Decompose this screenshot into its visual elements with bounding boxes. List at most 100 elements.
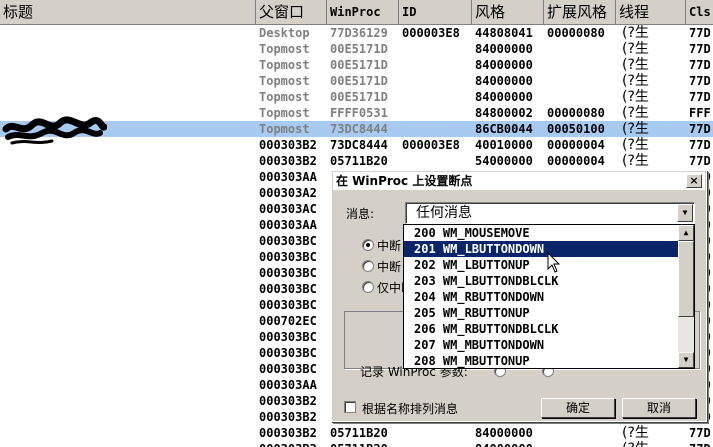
cell-id — [399, 105, 472, 121]
cell-id: 000003E8 — [402, 26, 460, 40]
cell-id — [399, 73, 472, 89]
dropdown-item[interactable]: 206 WM_RBUTTONDBLCLK — [404, 321, 678, 337]
cell-style: 84000000 — [475, 58, 533, 72]
cancel-button[interactable]: 取消 — [622, 398, 696, 418]
cell-cls: 77D — [689, 90, 711, 104]
ok-button[interactable]: 确定 — [541, 398, 615, 418]
col-cls[interactable]: Cls — [686, 0, 713, 24]
scroll-down-icon[interactable]: ▼ — [678, 352, 694, 368]
cell-style: 86CB0044 — [475, 122, 533, 136]
cell-parent: 000303BC — [259, 362, 317, 376]
cell-style: 84000000 — [475, 74, 533, 88]
dropdown-item[interactable]: 201 WM_LBUTTONDOWN — [404, 241, 678, 257]
cell-style: 44808041 — [475, 26, 533, 40]
cell-parent: Desktop — [259, 26, 310, 40]
col-thread[interactable]: 线程 — [616, 0, 686, 24]
table-row[interactable]: Topmost 00E5171D 84000000 (?生 77D — [0, 57, 713, 73]
table-row[interactable]: Topmost 00E5171D 84000000 (?生 77D — [0, 73, 713, 89]
cell-winproc: 05711B20 — [327, 441, 399, 447]
col-style[interactable]: 风格 — [472, 0, 544, 24]
cell-winproc: 77D36129 — [330, 26, 388, 40]
cell-thread: (?生 — [622, 425, 649, 441]
cell-exstyle — [544, 425, 616, 441]
radio-break-only[interactable] — [362, 281, 374, 293]
message-label: 消息: — [346, 207, 375, 221]
col-title[interactable]: 标题 — [0, 0, 256, 24]
cell-winproc: 05711B20 — [330, 154, 388, 168]
cell-thread: (?生 — [622, 105, 649, 121]
sort-by-name-checkbox[interactable] — [344, 401, 356, 413]
cell-cls: 77D — [689, 426, 711, 440]
cell-cls: FFF — [689, 106, 711, 120]
dropdown-item[interactable]: 200 WM_MOUSEMOVE — [404, 225, 678, 241]
cell-parent: Topmost — [259, 58, 310, 72]
cell-thread: (?生 — [622, 57, 649, 73]
cell-parent: 000303AA — [259, 218, 317, 232]
cell-parent: 000303B2 — [259, 410, 317, 424]
cell-parent: 000303B2 — [259, 138, 317, 152]
radio-break-always-label: 中断 — [377, 239, 402, 253]
cell-exstyle: 00000004 — [547, 138, 605, 152]
radio-break-only-label: 仅中断 — [377, 281, 403, 295]
cell-winproc: 00E5171D — [330, 42, 388, 56]
cell-exstyle: 00050100 — [547, 122, 605, 136]
cell-winproc: 00E5171D — [330, 90, 388, 104]
radio-break-cond[interactable] — [362, 260, 374, 272]
cell-thread: (?生 — [622, 25, 649, 41]
cell-parent: 000303AC — [259, 202, 317, 216]
cell-parent: 000702EC — [259, 314, 317, 328]
mouse-cursor-icon — [547, 252, 561, 273]
dropdown-item[interactable]: 204 WM_RBUTTONDOWN — [404, 289, 678, 305]
cell-style: 84000000 — [472, 441, 544, 447]
dropdown-arrow-icon[interactable]: ▼ — [677, 204, 693, 222]
cell-parent: Topmost — [259, 90, 310, 104]
cell-winproc: 05711B20 — [330, 426, 388, 440]
cell-parent: 000303A2 — [259, 186, 317, 200]
radio-break-always[interactable] — [362, 239, 374, 251]
dropdown-item[interactable]: 202 WM_LBUTTONUP — [404, 257, 678, 273]
cell-id — [399, 57, 472, 73]
cell-parent: 000303B2 — [259, 426, 317, 440]
cell-thread: (?生 — [622, 89, 649, 105]
dropdown-item[interactable]: 203 WM_LBUTTONDBLCLK — [404, 273, 678, 289]
close-icon[interactable]: × — [686, 174, 702, 188]
cell-exstyle: 00000080 — [547, 106, 605, 120]
table-row[interactable]: Topmost 00E5171D 84000000 (?生 77D — [0, 41, 713, 57]
cell-winproc: 73DC8444 — [330, 122, 388, 136]
cell-cls: 77D — [686, 441, 713, 447]
table-row[interactable]: 000303B205711B20 84000000 (?生77D — [0, 441, 713, 447]
cell-style: 84000000 — [475, 90, 533, 104]
cell-cls: 77D — [689, 74, 711, 88]
col-winproc[interactable]: WinProc — [327, 0, 399, 24]
cell-id — [399, 153, 472, 169]
dropdown-item[interactable]: 208 WM_MBUTTONUP — [404, 353, 678, 369]
cell-thread: (?生 — [616, 441, 686, 447]
scroll-up-icon[interactable]: ▲ — [678, 225, 694, 241]
cell-cls: 77D — [689, 42, 711, 56]
cell-cls: 77D — [689, 58, 711, 72]
cell-style: 84000000 — [475, 426, 533, 440]
cell-winproc: 00E5171D — [330, 58, 388, 72]
message-combo[interactable]: 任何消息 ▼ — [405, 202, 695, 224]
message-dropdown-list[interactable]: 200 WM_MOUSEMOVE 201 WM_LBUTTONDOWN 202 WM… — [403, 224, 695, 369]
redacted-scribble — [2, 116, 107, 145]
cell-parent: 000303AA — [259, 378, 317, 392]
cell-cls: 77D — [689, 138, 711, 152]
table-row[interactable]: 000303B2 05711B20 54000000 00000004 (?生 77D — [0, 153, 713, 169]
table-row[interactable]: 000303B2 05711B20 84000000 (?生 77D — [0, 425, 713, 441]
cell-winproc: FFFF0531 — [330, 106, 388, 120]
dropdown-item[interactable]: 207 WM_MBUTTONDOWN — [404, 337, 678, 353]
cell-parent: 000303B2 — [256, 441, 327, 447]
cell-cls: 77D — [689, 122, 711, 136]
cell-parent: Topmost — [259, 74, 310, 88]
col-exstyle[interactable]: 扩展风格 — [544, 0, 616, 24]
table-row[interactable]: Topmost 00E5171D 84000000 (?生 77D — [0, 89, 713, 105]
cell-id — [399, 441, 472, 447]
dropdown-scrollbar[interactable]: ▲ ▼ — [678, 225, 694, 368]
table-row[interactable]: Desktop 77D36129 000003E8 44808041 00000080 (… — [0, 25, 713, 41]
dropdown-item[interactable]: 205 WM_RBUTTONUP — [404, 305, 678, 321]
cell-id — [399, 121, 472, 137]
col-id[interactable]: ID — [399, 0, 472, 24]
col-parent[interactable]: 父窗口 — [256, 0, 327, 24]
scroll-thumb[interactable] — [678, 241, 694, 317]
